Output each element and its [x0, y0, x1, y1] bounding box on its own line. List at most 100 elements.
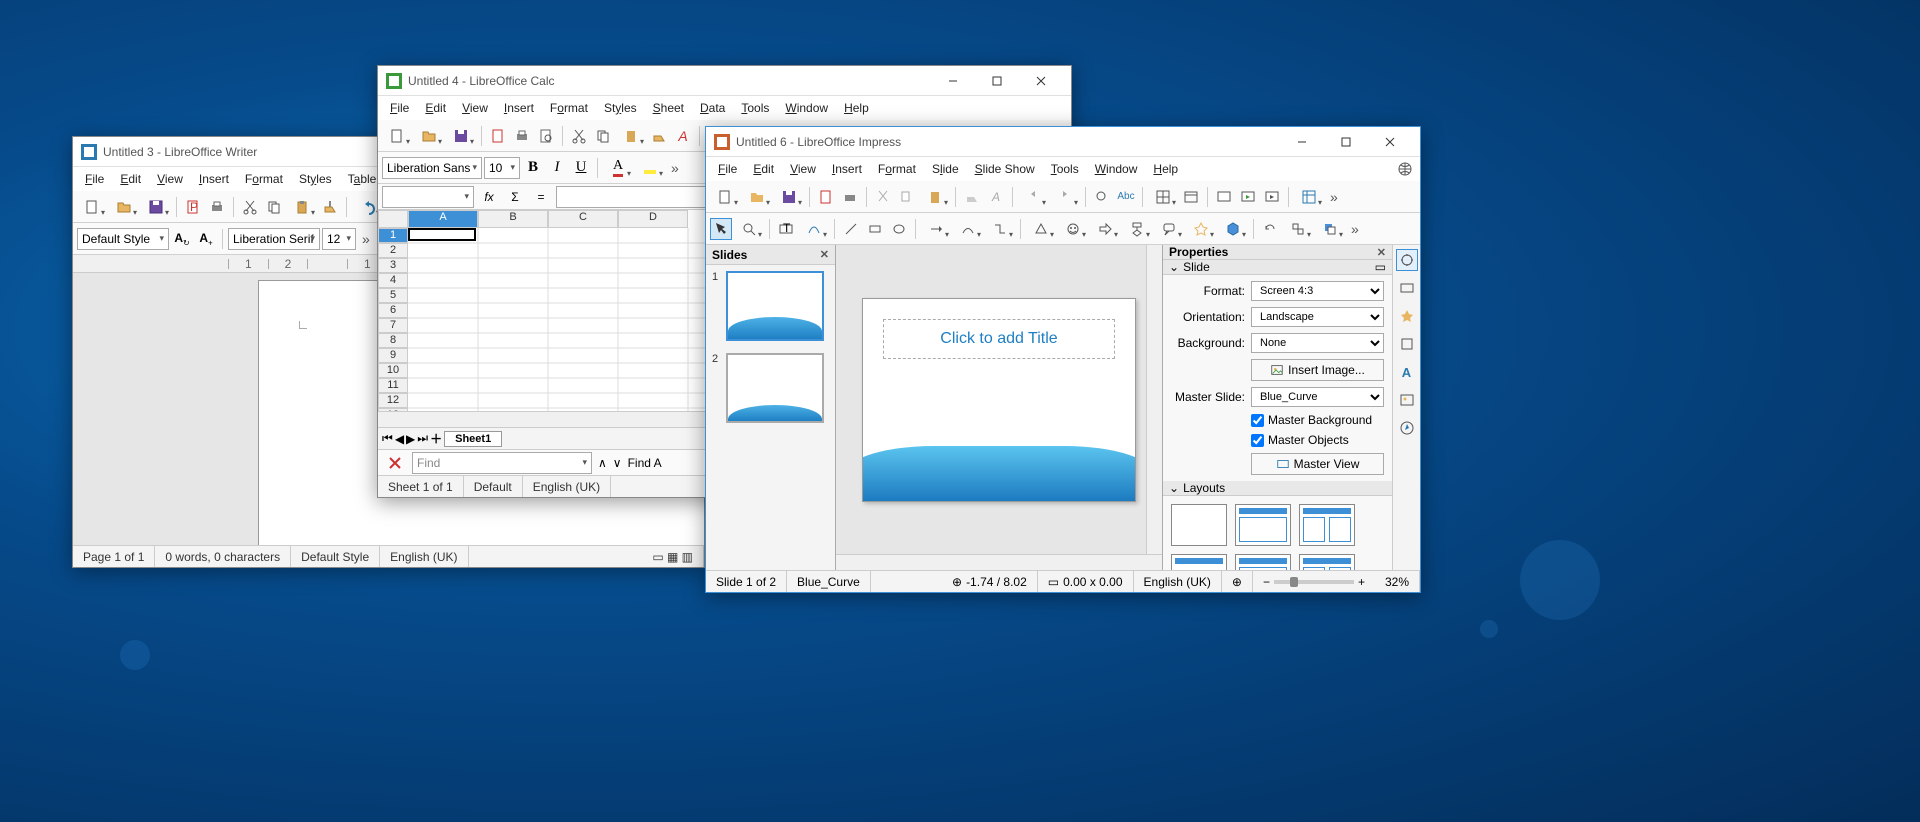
- menu-styles[interactable]: Styles: [291, 169, 340, 189]
- menu-help[interactable]: Help: [1145, 159, 1186, 179]
- open-button[interactable]: [109, 196, 139, 218]
- rail-slide-transition-button[interactable]: [1396, 277, 1418, 299]
- maximize-button[interactable]: [1324, 128, 1368, 156]
- layout-title-only[interactable]: [1171, 554, 1227, 570]
- calc-titlebar[interactable]: Untitled 4 - LibreOffice Calc: [378, 66, 1071, 96]
- copy-button[interactable]: [592, 125, 614, 147]
- insert-image-button[interactable]: Insert Image...: [1251, 359, 1384, 381]
- new-button[interactable]: [710, 186, 740, 208]
- slides-panel-close[interactable]: ✕: [820, 248, 829, 261]
- cut-button[interactable]: [568, 125, 590, 147]
- paste-button[interactable]: [616, 125, 646, 147]
- first-sheet-button[interactable]: ⏮: [382, 431, 393, 446]
- text-box-tool[interactable]: T: [775, 218, 797, 240]
- master-slide-button[interactable]: [1213, 186, 1235, 208]
- background-select[interactable]: None: [1251, 333, 1384, 353]
- save-button[interactable]: [446, 125, 476, 147]
- slide-thumb-2[interactable]: [726, 353, 824, 423]
- internet-button[interactable]: [1394, 158, 1416, 180]
- curve-tool[interactable]: [953, 218, 983, 240]
- basic-shapes-tool[interactable]: [1026, 218, 1056, 240]
- redo-button[interactable]: [1050, 186, 1080, 208]
- font-size-combo[interactable]: 10: [484, 157, 520, 179]
- rail-properties-button[interactable]: [1396, 249, 1418, 271]
- add-sheet-button[interactable]: ＋: [430, 430, 442, 447]
- cut-button[interactable]: [872, 186, 894, 208]
- 3d-tool[interactable]: [1218, 218, 1248, 240]
- update-style-button[interactable]: A↻: [171, 228, 193, 250]
- equals-button[interactable]: =: [530, 186, 552, 208]
- save-button[interactable]: [141, 196, 171, 218]
- close-find-button[interactable]: [384, 452, 406, 474]
- rail-styles-button[interactable]: A: [1396, 361, 1418, 383]
- menu-insert[interactable]: Insert: [191, 169, 237, 189]
- slide-section-header[interactable]: ⌄Slide▭: [1163, 260, 1392, 275]
- status-style[interactable]: Default Style: [291, 546, 380, 567]
- menu-view[interactable]: View: [782, 159, 824, 179]
- rail-gallery-button[interactable]: [1396, 389, 1418, 411]
- fontwork-tool[interactable]: [799, 218, 829, 240]
- master-bg-checkbox[interactable]: [1251, 414, 1264, 427]
- menu-format[interactable]: Format: [542, 98, 596, 118]
- row-header[interactable]: 10: [378, 363, 408, 378]
- export-pdf-button[interactable]: [487, 125, 509, 147]
- slide-thumb-1[interactable]: [726, 271, 824, 341]
- font-size-combo[interactable]: 12: [322, 228, 356, 250]
- copy-button[interactable]: [896, 186, 918, 208]
- font-name-combo[interactable]: Liberation Sans: [382, 157, 482, 179]
- menu-format[interactable]: Format: [870, 159, 924, 179]
- menu-window[interactable]: Window: [1087, 159, 1146, 179]
- bold-button[interactable]: B: [522, 157, 544, 179]
- menu-window[interactable]: Window: [777, 98, 836, 118]
- layout-blank[interactable]: [1171, 504, 1227, 546]
- orientation-select[interactable]: Landscape: [1251, 307, 1384, 327]
- stars-tool[interactable]: [1186, 218, 1216, 240]
- layout-title[interactable]: [1235, 504, 1291, 546]
- minimize-button[interactable]: [1280, 128, 1324, 156]
- status-view-icons[interactable]: ▭ ▦ ▥: [642, 546, 704, 567]
- zoom-tool[interactable]: [734, 218, 764, 240]
- slide-thumb-1-row[interactable]: 1: [706, 265, 835, 347]
- menu-styles[interactable]: Styles: [596, 98, 645, 118]
- rotate-tool[interactable]: [1259, 218, 1281, 240]
- rail-navigator-button[interactable]: [1396, 417, 1418, 439]
- menu-file[interactable]: File: [77, 169, 112, 189]
- row-header[interactable]: 13: [378, 408, 408, 411]
- menu-tools[interactable]: Tools: [733, 98, 777, 118]
- font-name-combo[interactable]: Liberation Serif: [228, 228, 320, 250]
- menu-insert[interactable]: Insert: [824, 159, 870, 179]
- row-header[interactable]: 5: [378, 288, 408, 303]
- canvas-scrollbar-h[interactable]: [836, 554, 1162, 570]
- rail-master-slides-button[interactable]: [1396, 333, 1418, 355]
- print-button[interactable]: [206, 196, 228, 218]
- status-slide[interactable]: Slide 1 of 2: [706, 571, 787, 592]
- status-style[interactable]: Default: [464, 476, 523, 497]
- row-header[interactable]: 11: [378, 378, 408, 393]
- status-coords[interactable]: ⊕-1.74 / 8.02: [942, 571, 1038, 592]
- menu-tools[interactable]: Tools: [1043, 159, 1087, 179]
- toolbar-overflow[interactable]: »: [667, 160, 683, 176]
- print-button[interactable]: [839, 186, 861, 208]
- flowchart-tool[interactable]: [1122, 218, 1152, 240]
- status-page[interactable]: Page 1 of 1: [73, 546, 155, 567]
- status-lang[interactable]: English (UK): [1134, 571, 1222, 592]
- zoom-slider-cell[interactable]: −+: [1253, 571, 1375, 592]
- row-header[interactable]: 4: [378, 273, 408, 288]
- menu-edit[interactable]: Edit: [745, 159, 782, 179]
- status-lang[interactable]: English (UK): [523, 476, 611, 497]
- underline-button[interactable]: U: [570, 157, 592, 179]
- menu-edit[interactable]: Edit: [112, 169, 149, 189]
- rect-tool[interactable]: [864, 218, 886, 240]
- copy-button[interactable]: [263, 196, 285, 218]
- row-header[interactable]: 2: [378, 243, 408, 258]
- row-header[interactable]: 6: [378, 303, 408, 318]
- display-grid-button[interactable]: [1148, 186, 1178, 208]
- zoom-slider[interactable]: [1274, 580, 1354, 584]
- function-wizard-button[interactable]: fx: [478, 186, 500, 208]
- clear-format-button[interactable]: A: [672, 125, 694, 147]
- block-arrows-tool[interactable]: [1090, 218, 1120, 240]
- master-obj-checkbox[interactable]: [1251, 434, 1264, 447]
- row-header[interactable]: 9: [378, 348, 408, 363]
- find-prev-button[interactable]: ∧: [598, 456, 607, 470]
- status-size[interactable]: ▭0.00 x 0.00: [1038, 571, 1134, 592]
